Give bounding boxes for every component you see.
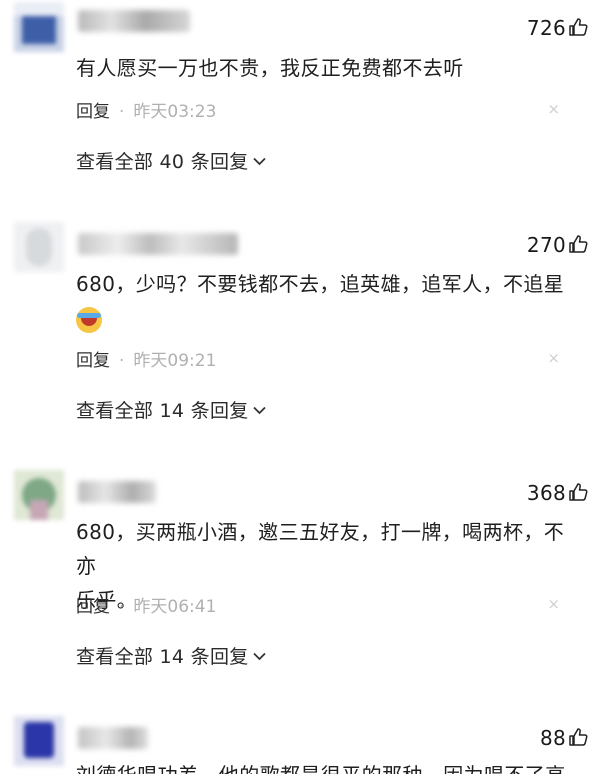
chevron-down-icon xyxy=(252,652,266,661)
comment-line: 有人愿买一万也不贵，我反正免费都不去听 xyxy=(76,56,464,80)
username-blurred xyxy=(78,233,238,255)
comment-meta: 回复 · 昨天03:23 xyxy=(76,97,216,122)
reply-button[interactable]: 回复 xyxy=(76,597,110,617)
username-blurred xyxy=(78,481,156,503)
close-icon[interactable]: × xyxy=(547,595,560,613)
comment-text: 有人愿买一万也不贵，我反正免费都不去听 xyxy=(76,51,576,85)
comment-time: 昨天06:41 xyxy=(133,597,217,617)
laughing-crying-emoji-icon xyxy=(76,306,102,333)
comment-line: 680，买两瓶小酒，邀三五好友，打一牌，喝两杯，不亦 xyxy=(76,520,565,578)
avatar[interactable] xyxy=(14,470,64,520)
thumb-up-icon[interactable] xyxy=(568,482,588,502)
like-count: 368 xyxy=(526,481,566,505)
separator-dot: · xyxy=(119,102,125,122)
avatar[interactable] xyxy=(14,2,64,52)
comment-meta: 回复 · 昨天06:41 xyxy=(76,592,216,617)
comment-text: 680，少吗？不要钱都不去，追英雄，追军人，不追星 xyxy=(76,267,576,335)
comment-time: 昨天09:21 xyxy=(133,351,217,371)
thumb-up-icon[interactable] xyxy=(568,17,588,37)
thumb-up-icon[interactable] xyxy=(568,234,588,254)
comment-line: 刘德华唱功差，他的歌都是很平的那种，因为唱不了高 xyxy=(76,758,576,774)
view-all-replies-link[interactable]: 查看全部 40 条回复 xyxy=(76,147,266,174)
like-count: 726 xyxy=(526,16,566,40)
comment-text: 刘德华唱功差，他的歌都是很平的那种，因为唱不了高 xyxy=(76,758,576,774)
view-all-replies-link[interactable]: 查看全部 14 条回复 xyxy=(76,396,266,423)
view-all-replies-link[interactable]: 查看全部 14 条回复 xyxy=(76,642,266,669)
reply-button[interactable]: 回复 xyxy=(76,351,110,371)
view-all-label: 查看全部 14 条回复 xyxy=(76,400,249,422)
chevron-down-icon xyxy=(252,157,266,166)
separator-dot: · xyxy=(119,597,125,617)
like-count: 88 xyxy=(539,726,566,750)
chevron-down-icon xyxy=(252,406,266,415)
view-all-label: 查看全部 14 条回复 xyxy=(76,646,249,668)
close-icon[interactable]: × xyxy=(547,349,560,367)
comment-meta: 回复 · 昨天09:21 xyxy=(76,346,216,371)
separator-dot: · xyxy=(119,351,125,371)
avatar[interactable] xyxy=(14,222,64,272)
close-icon[interactable]: × xyxy=(547,100,560,118)
thumb-up-icon[interactable] xyxy=(568,727,588,747)
reply-button[interactable]: 回复 xyxy=(76,102,110,122)
comment-line: 680，少吗？不要钱都不去，追英雄，追军人，不追星 xyxy=(76,272,565,296)
emoji-line xyxy=(76,301,576,335)
like-count: 270 xyxy=(526,233,566,257)
avatar[interactable] xyxy=(14,716,64,766)
username-blurred xyxy=(78,727,148,749)
comment-time: 昨天03:23 xyxy=(133,102,217,122)
view-all-label: 查看全部 40 条回复 xyxy=(76,151,249,173)
username-blurred xyxy=(78,10,190,32)
